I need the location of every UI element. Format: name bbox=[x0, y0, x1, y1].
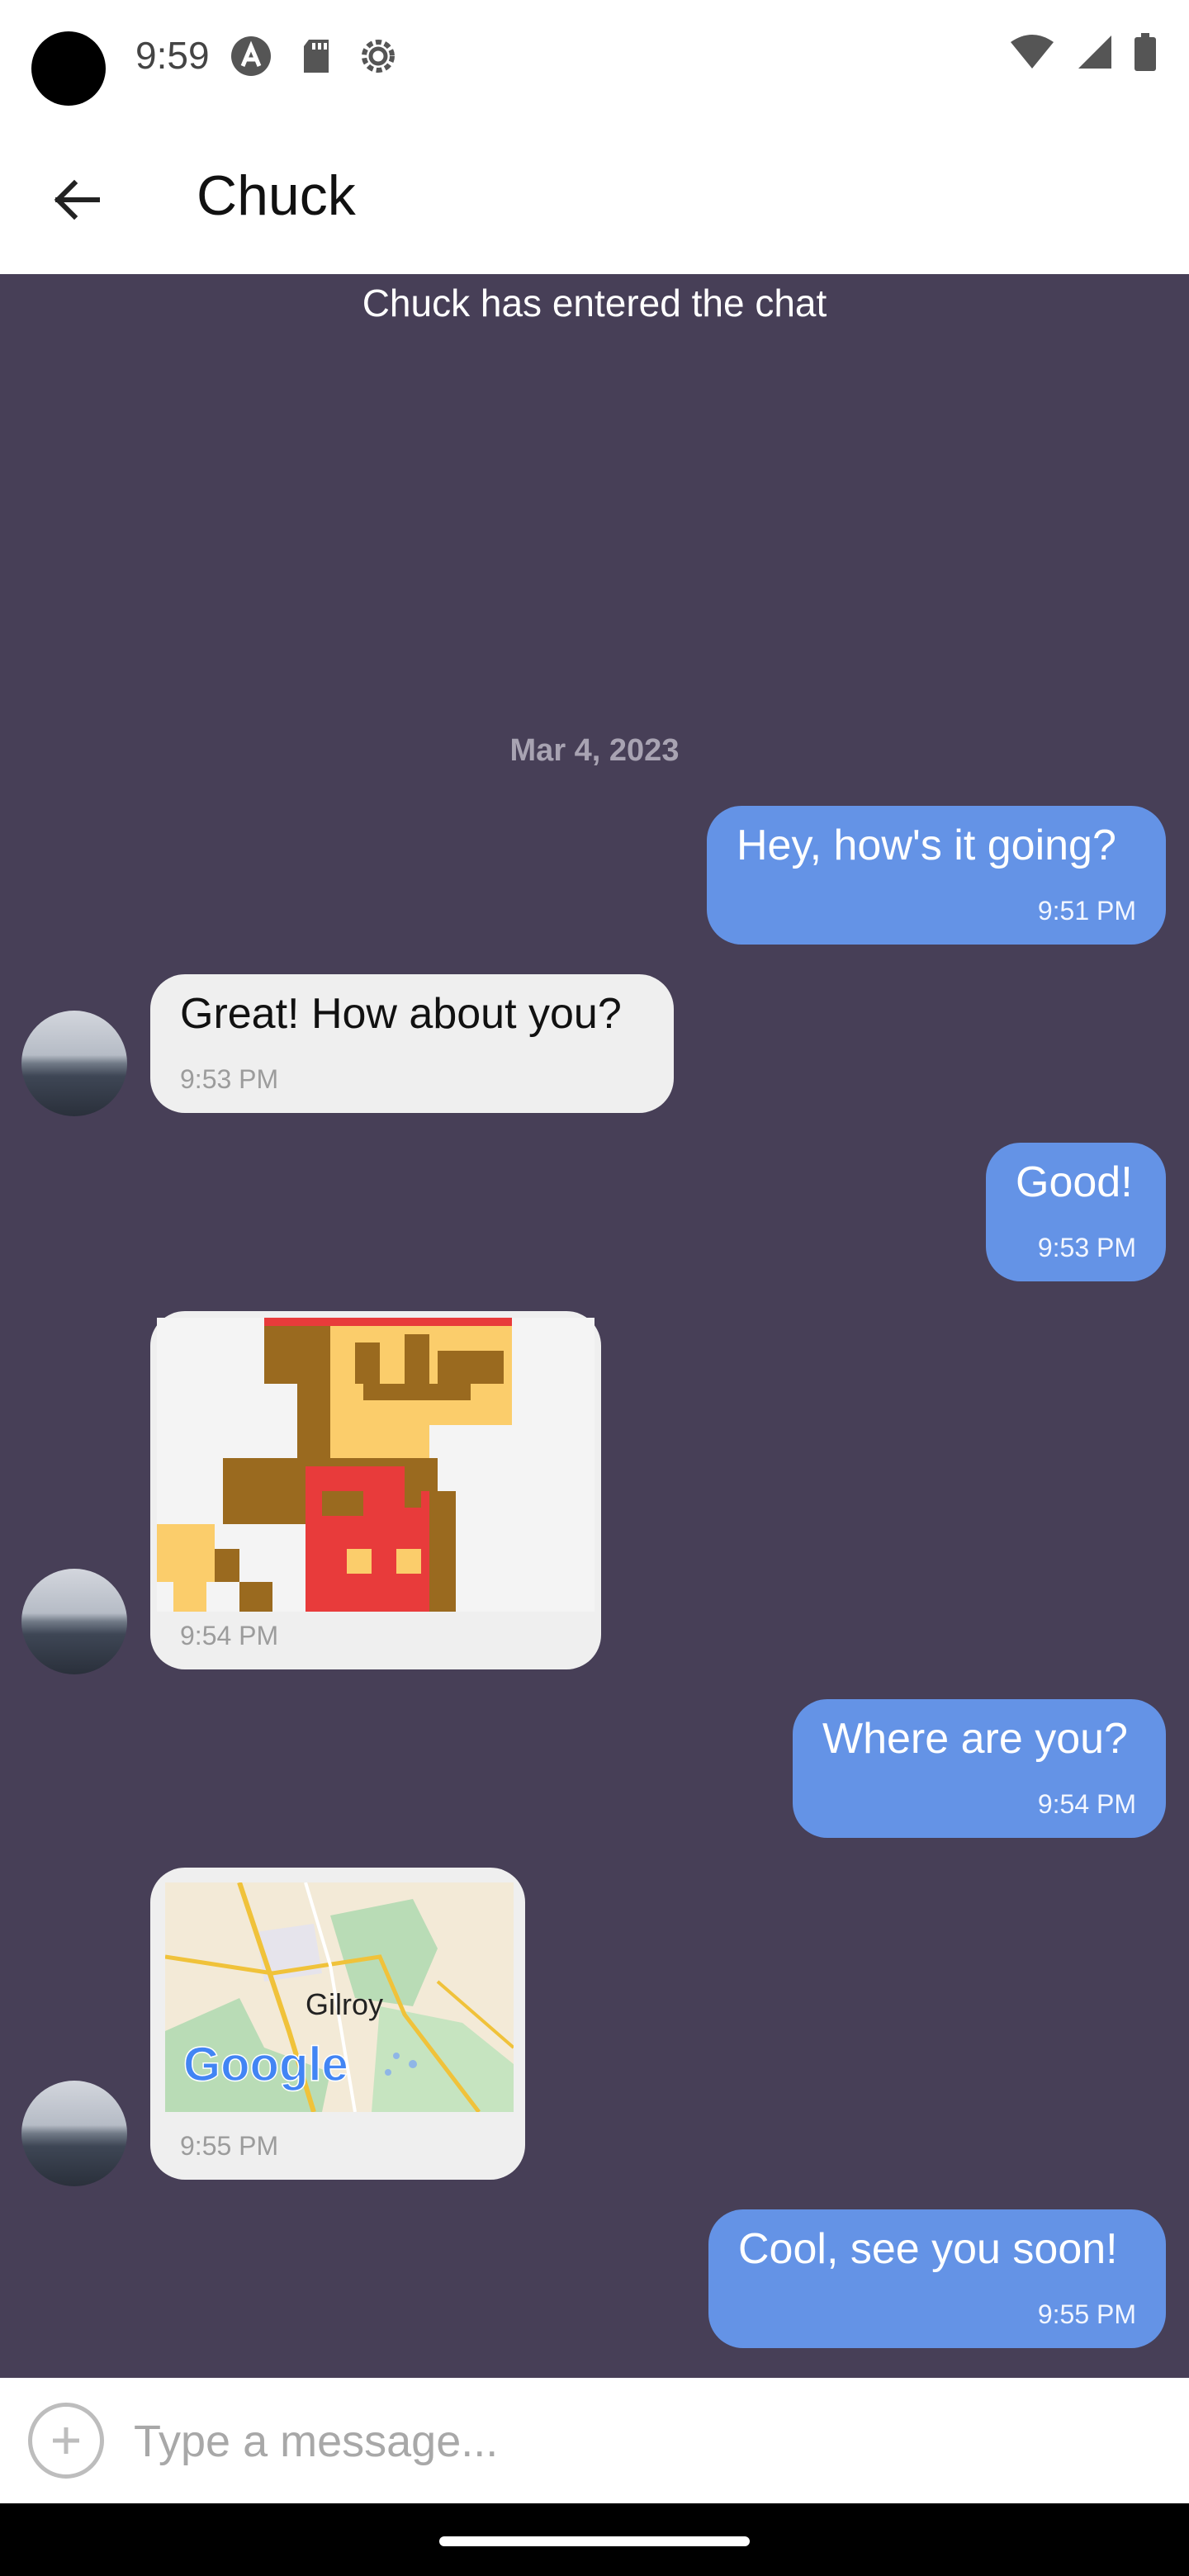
map-place-label: Gilroy bbox=[306, 1987, 383, 2021]
message-time: 9:53 PM bbox=[1037, 1233, 1136, 1262]
system-note: Chuck has entered the chat bbox=[362, 282, 827, 324]
camera-cutout bbox=[31, 31, 106, 106]
avatar[interactable] bbox=[21, 1569, 127, 1674]
battery-icon bbox=[1135, 33, 1156, 75]
avatar[interactable] bbox=[21, 2081, 127, 2186]
message-text: Hey, how's it going? bbox=[737, 822, 1116, 869]
android-auto-icon bbox=[230, 35, 272, 78]
message-composer bbox=[0, 2378, 1189, 2503]
message-input[interactable] bbox=[132, 2403, 1159, 2480]
sd-card-icon bbox=[297, 35, 340, 78]
message-bubble-outgoing[interactable]: Good! 9:53 PM bbox=[986, 1143, 1166, 1281]
message-text: Cool, see you soon! bbox=[738, 2225, 1118, 2273]
message-text: Where are you? bbox=[822, 1715, 1128, 1763]
wifi-icon bbox=[1009, 34, 1055, 74]
message-time: 9:54 PM bbox=[1037, 1789, 1136, 1819]
message-bubble-outgoing[interactable]: Hey, how's it going? 9:51 PM bbox=[707, 806, 1166, 945]
attach-button[interactable] bbox=[28, 2403, 104, 2479]
signal-icon bbox=[1077, 34, 1113, 74]
chat-title: Chuck bbox=[197, 164, 356, 227]
status-time: 9:59 bbox=[135, 34, 210, 77]
image-message-bubble[interactable]: 9:54 PM bbox=[150, 1311, 601, 1669]
app-bar: Chuck bbox=[0, 116, 1189, 276]
back-button[interactable] bbox=[33, 157, 119, 243]
message-time: 9:53 PM bbox=[180, 1064, 279, 1094]
message-text: Great! How about you? bbox=[180, 990, 622, 1038]
message-time: 9:55 PM bbox=[180, 2131, 279, 2161]
message-bubble-incoming[interactable]: Great! How about you? 9:53 PM bbox=[150, 974, 674, 1113]
pixel-art-image[interactable] bbox=[157, 1318, 594, 1612]
location-message-bubble[interactable]: Gilroy Google 9:55 PM bbox=[150, 1868, 525, 2180]
status-right-icons bbox=[1009, 33, 1156, 75]
message-bubble-outgoing[interactable]: Cool, see you soon! 9:55 PM bbox=[708, 2209, 1166, 2348]
arrow-back-icon bbox=[54, 179, 100, 220]
chat-area[interactable]: Chuck has entered the chat Mar 4, 2023 H… bbox=[0, 274, 1189, 2378]
plus-icon bbox=[53, 2427, 79, 2454]
map-thumbnail[interactable]: Gilroy Google bbox=[165, 1882, 514, 2112]
settings-gear-icon bbox=[357, 35, 400, 78]
avatar[interactable] bbox=[21, 1011, 127, 1116]
home-gesture-handle[interactable] bbox=[439, 2536, 750, 2546]
date-separator: Mar 4, 2023 bbox=[509, 733, 680, 768]
message-bubble-outgoing[interactable]: Where are you? 9:54 PM bbox=[793, 1699, 1166, 1838]
message-time: 9:51 PM bbox=[1037, 896, 1136, 926]
message-time: 9:55 PM bbox=[1037, 2299, 1136, 2329]
google-map-logo: Google bbox=[183, 2038, 348, 2091]
message-time: 9:54 PM bbox=[180, 1621, 279, 1650]
navigation-bar bbox=[0, 2503, 1189, 2576]
message-text: Good! bbox=[1016, 1158, 1133, 1206]
status-bar: 9:59 bbox=[0, 0, 1189, 116]
